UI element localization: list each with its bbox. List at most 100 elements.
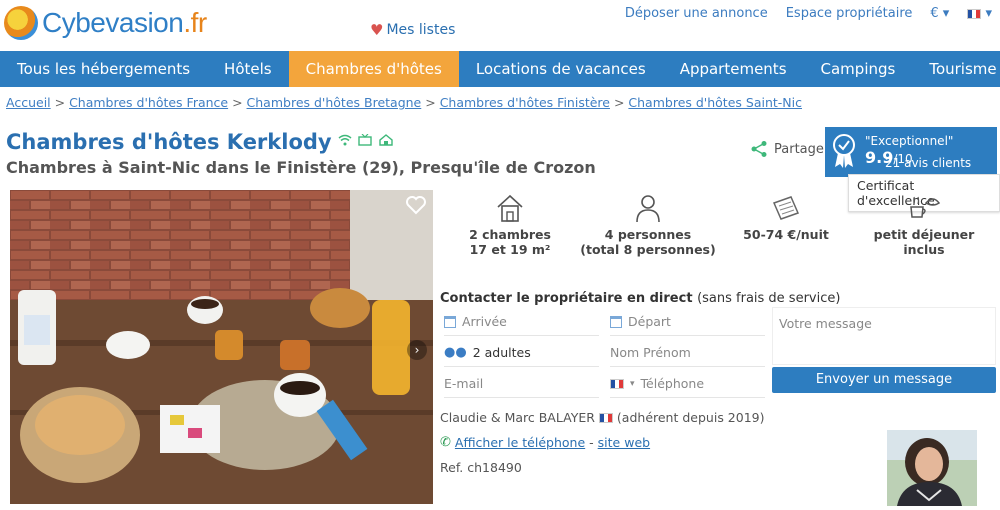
owner-info: Claudie & Marc BALAYER (adhérent depuis … [440,410,765,425]
email-placeholder: E-mail [444,376,484,391]
listing-reference: Ref. ch18490 [440,460,522,475]
mes-listes-link[interactable]: ♥ Mes listes [370,21,455,39]
phone-placeholder: Téléphone [640,376,705,391]
nav-item-tourisme[interactable]: Tourisme [912,51,1000,87]
france-flag-icon [967,8,982,19]
rating-label: "Exceptionnel" [865,134,954,148]
feature-price-line1: 50-74 €/nuit [743,227,829,242]
breakfast-photo [10,190,433,504]
website-link[interactable]: site web [598,435,650,450]
arrival-placeholder: Arrivée [462,314,507,329]
share-icon [751,141,767,157]
award-badge-icon [833,134,855,168]
owner-photo [887,430,977,506]
contact-title: Contacter le propriétaire en direct (san… [440,291,840,306]
tv-icon [358,133,372,146]
top-links: Déposer une annonce Espace propriétaire … [625,6,992,21]
currency-selector[interactable]: € ▾ [930,6,949,21]
france-flag-icon [610,378,624,389]
breadcrumb-finistere[interactable]: Chambres d'hôtes Finistère [440,95,610,110]
wifi-icon [338,134,352,146]
guests-selector[interactable]: ●● 2 adultes [444,339,599,367]
parking-icon [378,134,393,146]
features-row: 2 chambres 17 et 19 m² 4 personnes (tota… [440,193,1000,263]
breadcrumb-saint-nic[interactable]: Chambres d'hôtes Saint-Nic [628,95,802,110]
feature-price: 50-74 €/nuit [716,193,856,242]
rating-box[interactable]: "Exceptionnel" 9.9/10 21 avis clients [825,127,997,177]
message-textarea[interactable]: Votre message [772,307,996,365]
name-placeholder: Nom Prénom [610,345,691,360]
nav-item-campings[interactable]: Campings [804,51,913,87]
nav-item-appartements[interactable]: Appartements [663,51,804,87]
favorite-heart-icon[interactable] [405,194,427,216]
share-label: Partager [774,141,830,157]
calendar-icon [444,315,456,328]
owner-contact-links: ✆ Afficher le téléphone - site web [440,435,650,450]
breadcrumb-separator: > [228,95,247,110]
link-separator: - [589,435,594,450]
logo-icon [4,6,38,40]
phone-icon: ✆ [440,435,451,450]
breadcrumb-separator: > [421,95,440,110]
show-phone-link[interactable]: Afficher le téléphone [455,435,585,450]
contact-title-main: Contacter le propriétaire en direct [440,291,693,306]
nav-item-hotels[interactable]: Hôtels [207,51,289,87]
share-button[interactable]: Partager [750,140,829,158]
nav-item-tous-hebergements[interactable]: Tous les hébergements [0,51,207,87]
logo-tld: .fr [183,7,207,38]
france-flag-icon [598,412,613,423]
owner-name: Claudie & Marc BALAYER [440,410,595,425]
next-photo-arrow-icon[interactable]: › [407,340,427,360]
feature-rooms: 2 chambres 17 et 19 m² [440,193,580,257]
house-icon [497,194,523,222]
breadcrumb-separator: > [609,95,629,110]
calendar-icon [610,315,622,328]
country-dropdown-icon[interactable]: ▾ [630,379,635,389]
mes-listes-label: Mes listes [386,22,456,38]
site-logo[interactable]: Cybevasion.fr [4,6,207,40]
send-message-button[interactable]: Envoyer un message [772,367,996,393]
guests-value: 2 adultes [472,345,531,360]
person-icon [636,195,660,223]
heart-icon: ♥ [370,21,384,39]
language-caret: ▾ [985,6,992,21]
email-input[interactable]: E-mail [444,370,599,398]
feature-breakfast: petit déjeuner inclus [854,193,994,257]
feature-persons: 4 personnes (total 8 personnes) [578,193,718,257]
feature-persons-line2: (total 8 personnes) [580,242,716,257]
breadcrumb: Accueil > Chambres d'hôtes France > Cham… [6,95,802,110]
nav-item-chambres-hotes[interactable]: Chambres d'hôtes [288,51,459,87]
site-header: Cybevasion.fr ♥ Mes listes Déposer une a… [0,0,1000,50]
language-selector[interactable]: ▾ [967,6,992,21]
feature-breakfast-line1: petit déjeuner inclus [873,227,975,257]
breadcrumb-bretagne[interactable]: Chambres d'hôtes Bretagne [247,95,422,110]
listing-subtitle: Chambres à Saint-Nic dans le Finistère (… [6,158,596,177]
deposer-annonce-link[interactable]: Déposer une annonce [625,6,768,21]
people-icon: ●● [444,345,467,360]
breadcrumb-france[interactable]: Chambres d'hôtes France [69,95,228,110]
owner-avatar [887,430,977,506]
amenity-icons [338,133,393,150]
contact-title-note: (sans frais de service) [697,291,841,306]
rating-reviews: 21 avis clients [885,156,972,170]
listing-photo[interactable]: › [10,190,433,504]
feature-rooms-line1: 2 chambres [469,227,551,242]
listing-title-row: Chambres d'hôtes Kerklody [6,130,393,154]
owner-member-since: (adhérent depuis 2019) [616,410,765,425]
feature-rooms-line2: 17 et 19 m² [469,242,551,257]
feature-persons-line1: 4 personnes [604,227,692,242]
breakfast-icon [910,196,941,218]
espace-proprietaire-link[interactable]: Espace propriétaire [786,6,913,21]
name-input[interactable]: Nom Prénom [610,339,765,367]
phone-input[interactable]: ▾ Téléphone [610,370,765,398]
listing-title: Chambres d'hôtes Kerklody [6,130,332,154]
nav-item-locations-vacances[interactable]: Locations de vacances [459,51,663,87]
breadcrumb-separator: > [50,95,70,110]
price-tag-icon [772,196,800,220]
breadcrumb-accueil[interactable]: Accueil [6,95,51,110]
departure-date-field[interactable]: Départ [610,308,765,336]
main-nav: Tous les hébergements Hôtels Chambres d'… [0,51,1000,87]
departure-placeholder: Départ [628,314,671,329]
logo-text: Cybevasion.fr [42,7,207,38]
arrival-date-field[interactable]: Arrivée [444,308,599,336]
